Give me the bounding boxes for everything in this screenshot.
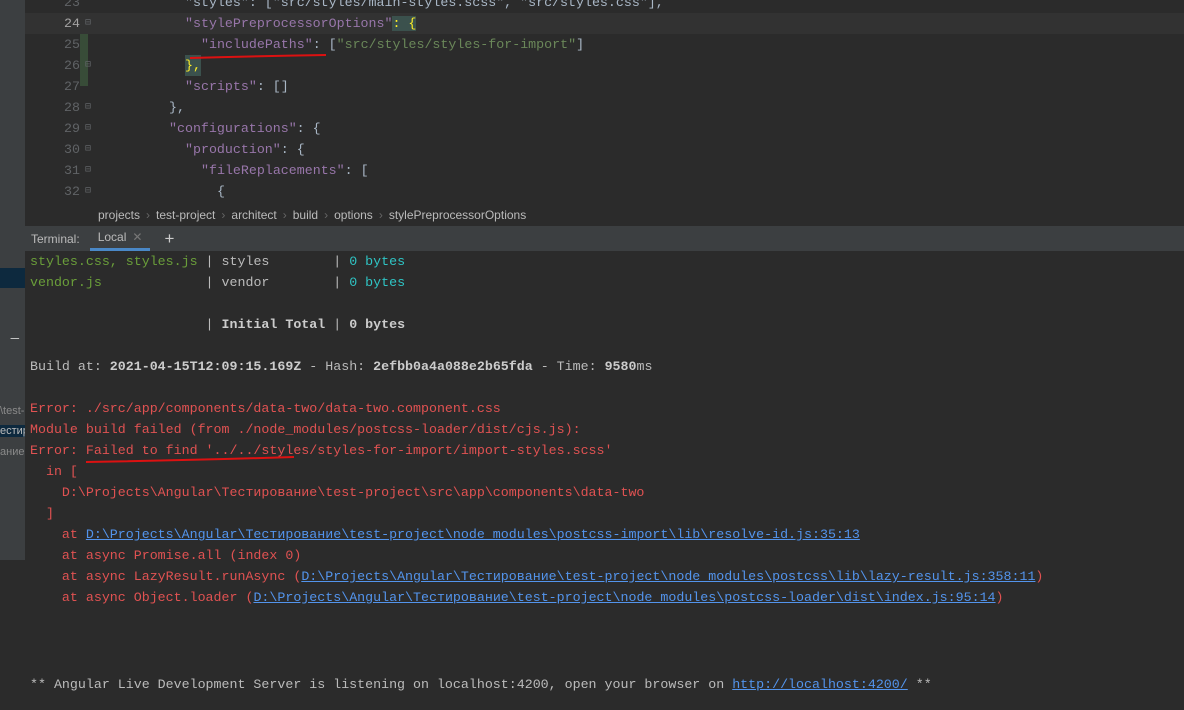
code-line: 30 ⊟ "production": { [25, 139, 1184, 160]
tree-item[interactable]: ание [0, 446, 25, 458]
new-terminal-button[interactable]: + [164, 229, 174, 249]
breadcrumb-item[interactable]: architect [231, 208, 276, 222]
code-editor[interactable]: 23 "styles": ["src/styles/main-styles.scs… [25, 0, 1184, 203]
fold-icon: ⊟ [85, 123, 92, 134]
error-line: in [ [30, 464, 78, 479]
code-line: 31 ⊟ "fileReplacements": [ [25, 160, 1184, 181]
terminal-header: Terminal: Local ✕ + [25, 226, 1184, 251]
file-link[interactable]: D:\Projects\Angular\Тестирование\test-pr… [86, 527, 860, 542]
code-line: 24 ⊟ "stylePreprocessorOptions": { [25, 13, 1184, 34]
terminal-output[interactable]: styles.css, styles.js | styles | 0 bytes… [25, 251, 1184, 710]
error-line: ] [30, 506, 54, 521]
project-panel-edge: — \test- естир ание [0, 0, 25, 710]
stack-line: at D:\Projects\Angular\Тестирование\test… [30, 527, 860, 542]
error-line: Error: Failed to find '../../styles/styl… [30, 443, 613, 458]
breadcrumb-item[interactable]: options [334, 208, 373, 222]
stack-line: at async Object.loader (D:\Projects\Angu… [30, 590, 1004, 605]
breadcrumb-item[interactable]: test-project [156, 208, 215, 222]
fold-icon: ⊟ [85, 102, 92, 113]
localhost-link[interactable]: http://localhost:4200/ [732, 677, 908, 692]
stack-line: at async Promise.all (index 0) [30, 548, 302, 563]
tree-item[interactable]: естир [0, 425, 25, 437]
error-line: Error: ./src/app/components/data-two/dat… [30, 401, 501, 416]
breadcrumb-item[interactable]: build [293, 208, 318, 222]
code-line: 27 "scripts": [] [64, 79, 289, 94]
close-icon[interactable]: ✕ [132, 230, 142, 244]
code-line: 23 "styles": ["src/styles/main-styles.scs… [64, 0, 664, 10]
tab-local[interactable]: Local ✕ [89, 226, 151, 251]
breadcrumb-item[interactable]: projects [98, 208, 140, 222]
minimize-icon[interactable]: — [0, 330, 25, 350]
fold-icon: ⊟ [85, 18, 92, 29]
fold-icon: ⊟ [85, 165, 92, 176]
error-line: Module build failed (from ./node_modules… [30, 422, 581, 437]
stack-line: at async LazyResult.runAsync (D:\Project… [30, 569, 1044, 584]
code-line: 25 "includePaths": ["src/styles/styles-fo… [64, 37, 585, 52]
terminal-label: Terminal: [31, 231, 80, 246]
file-link[interactable]: D:\Projects\Angular\Тестирование\test-pr… [253, 590, 995, 605]
code-line: 28 ⊟}, [25, 97, 1184, 118]
output-total: | Initial Total | 0 bytes [30, 317, 406, 332]
breadcrumb: projects › test-project › architect › build… [25, 203, 1184, 226]
fold-icon: ⊟ [85, 144, 92, 155]
selected-tree-row[interactable] [0, 268, 25, 288]
output-row: vendor.js | vendor | 0 bytes [30, 275, 406, 290]
fold-icon: ⊟ [85, 60, 92, 71]
build-info: Build at: 2021-04-15T12:09:15.169Z - Has… [30, 359, 653, 374]
output-row: styles.css, styles.js | styles | 0 bytes [30, 254, 406, 269]
code-line: 32 ⊟{ [25, 181, 1184, 202]
server-status: ** Angular Live Development Server is li… [30, 677, 932, 692]
error-line: D:\Projects\Angular\Тестирование\test-pr… [30, 485, 645, 500]
fold-icon: ⊟ [85, 186, 92, 197]
breadcrumb-item[interactable]: stylePreprocessorOptions [389, 208, 526, 222]
code-line: 26 ⊟}, [25, 55, 1184, 76]
tree-item[interactable]: \test- [0, 405, 25, 417]
file-link[interactable]: D:\Projects\Angular\Тестирование\test-pr… [301, 569, 1035, 584]
code-line: 29 ⊟ "configurations": { [25, 118, 1184, 139]
